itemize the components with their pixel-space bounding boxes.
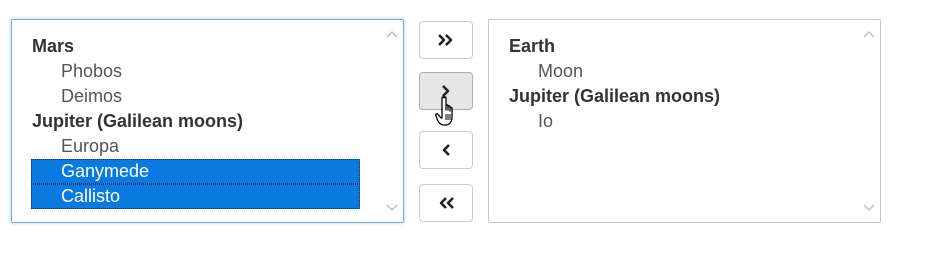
scroll-down-icon[interactable]: [862, 202, 876, 214]
option-phobos[interactable]: Phobos: [31, 59, 360, 84]
option-deimos[interactable]: Deimos: [31, 84, 360, 109]
available-list-content: Mars Phobos Deimos Jupiter (Galilean moo…: [31, 34, 360, 209]
scrollbar[interactable]: [381, 20, 403, 222]
scroll-down-icon[interactable]: [385, 202, 399, 214]
scroll-up-icon[interactable]: [385, 28, 399, 40]
move-left-button[interactable]: [419, 131, 473, 169]
hand-cursor-icon: [431, 93, 459, 134]
option-callisto[interactable]: Callisto: [31, 184, 360, 209]
optgroup-label: Jupiter (Galilean moons): [509, 86, 721, 106]
optgroup-label: Earth: [509, 36, 556, 56]
optgroup-label: Jupiter (Galilean moons): [32, 111, 244, 131]
optgroup-label: Mars: [32, 36, 75, 56]
move-all-right-icon: [437, 33, 455, 47]
scroll-up-icon[interactable]: [862, 28, 876, 40]
option-europa[interactable]: Europa: [31, 134, 360, 159]
option-ganymede[interactable]: Ganymede: [31, 159, 360, 184]
move-all-left-button[interactable]: [419, 184, 473, 222]
move-left-icon: [441, 143, 451, 157]
scrollbar[interactable]: [858, 20, 880, 222]
available-listbox[interactable]: Mars Phobos Deimos Jupiter (Galilean moo…: [11, 19, 404, 223]
move-all-right-button[interactable]: [419, 21, 473, 59]
option-moon[interactable]: Moon: [508, 59, 837, 84]
move-all-left-icon: [437, 196, 455, 210]
selected-listbox[interactable]: Earth Moon Jupiter (Galilean moons) Io: [488, 19, 881, 223]
option-io[interactable]: Io: [508, 109, 837, 134]
dual-listbox: Mars Phobos Deimos Jupiter (Galilean moo…: [0, 0, 949, 262]
selected-list-content: Earth Moon Jupiter (Galilean moons) Io: [508, 34, 837, 134]
